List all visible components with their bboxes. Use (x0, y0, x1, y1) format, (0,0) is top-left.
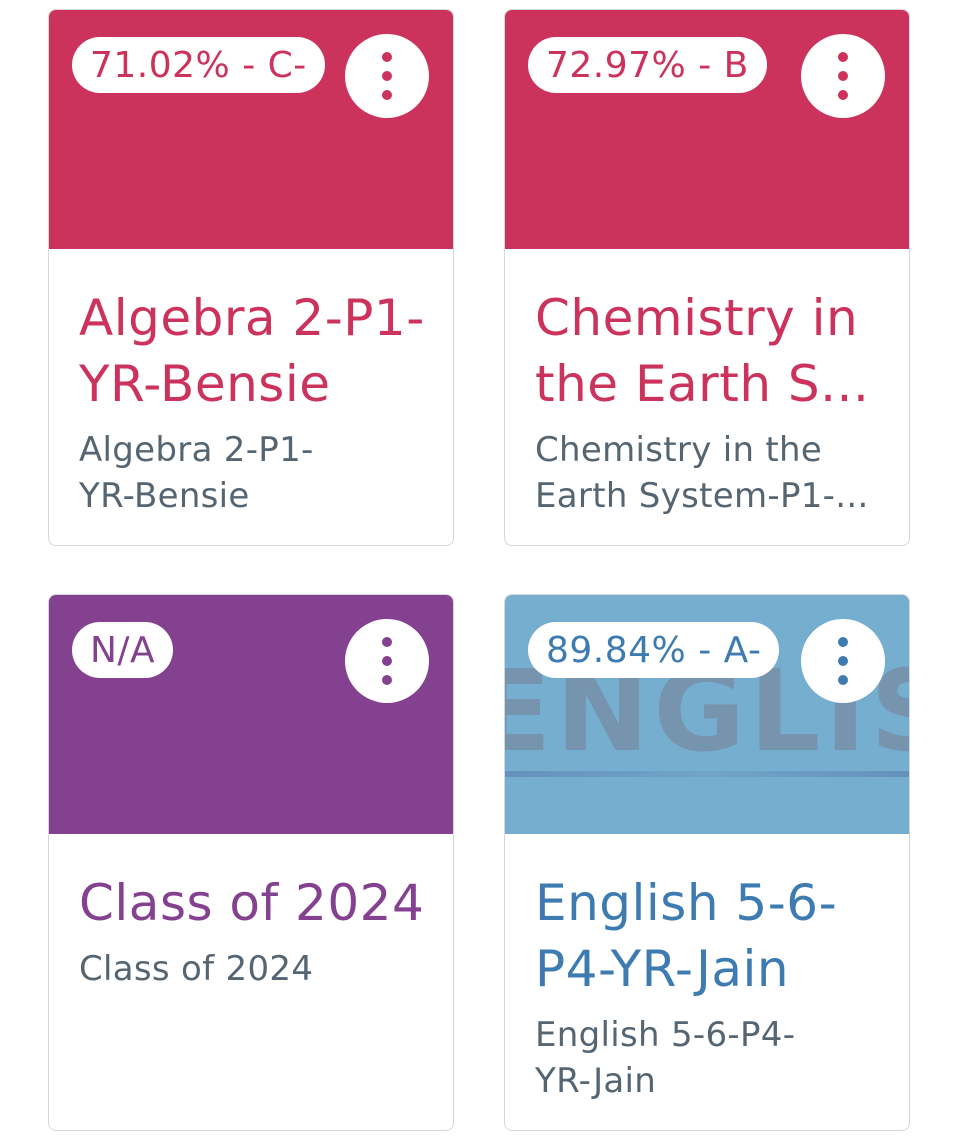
course-title[interactable]: Chemistry in the Earth S... (535, 285, 881, 417)
course-card-hero[interactable]: N/A (49, 595, 453, 834)
course-title[interactable]: Algebra 2-P1- YR-Bensie (79, 285, 425, 417)
course-subtitle: Algebra 2-P1- YR-Bensie (79, 430, 314, 516)
course-card-algebra[interactable]: 71.02% - C- Algebra 2-P1- YR-Bensie Alge… (48, 9, 454, 546)
course-card-hero[interactable]: 71.02% - C- (49, 10, 453, 249)
grade-badge: 71.02% - C- (72, 37, 325, 93)
course-title[interactable]: Class of 2024 (79, 870, 425, 936)
grade-badge: 89.84% - A- (528, 622, 780, 678)
course-card-class-of-2024[interactable]: N/A Class of 2024 Class of 2024 (48, 594, 454, 1131)
course-subtitle: Class of 2024 (79, 949, 314, 989)
grade-badge: 72.97% - B (528, 37, 767, 93)
course-subtitle: Chemistry in the Earth System-P1-... (535, 430, 869, 516)
course-card-hero[interactable]: 72.97% - B (505, 10, 909, 249)
more-vertical-icon[interactable] (345, 34, 429, 118)
grade-badge: N/A (72, 622, 174, 678)
course-subtitle: English 5-6-P4- YR-Jain (535, 1015, 796, 1101)
course-card-english[interactable]: ENGLISH 89.84% - A- English 5-6- P4-YR-J… (504, 594, 910, 1131)
more-vertical-icon[interactable] (801, 34, 885, 118)
more-vertical-icon[interactable] (801, 619, 885, 703)
more-vertical-icon[interactable] (345, 619, 429, 703)
course-card-hero[interactable]: ENGLISH 89.84% - A- (505, 595, 909, 834)
course-card-chemistry[interactable]: 72.97% - B Chemistry in the Earth S... C… (504, 9, 910, 546)
course-title[interactable]: English 5-6- P4-YR-Jain (535, 870, 881, 1002)
